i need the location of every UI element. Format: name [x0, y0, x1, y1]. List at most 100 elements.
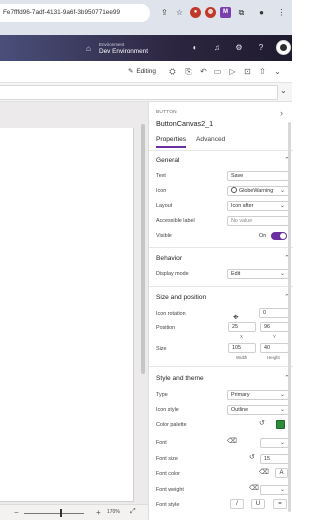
color-palette-swatch[interactable]: [276, 420, 285, 429]
bookmark-star-icon[interactable]: ☆: [174, 7, 185, 18]
icon-style-dropdown-value: Outline: [231, 407, 249, 413]
icon-style-dropdown[interactable]: Outline ⌄: [227, 405, 289, 415]
display-mode-dropdown[interactable]: Edit ⌄: [227, 269, 289, 279]
extension-opera-icon[interactable]: ◍: [205, 7, 216, 18]
settings-gear-icon[interactable]: ⚙: [234, 43, 244, 53]
font-color-button[interactable]: A: [275, 468, 288, 478]
extension-nf-icon[interactable]: M: [220, 7, 231, 18]
chevron-down-icon: ⌄: [279, 487, 285, 493]
accessible-label-input[interactable]: No value: [227, 216, 289, 226]
font-color-reset-icon[interactable]: ⌫: [259, 468, 269, 476]
comments-icon[interactable]: ▭: [212, 66, 223, 77]
reset-icon[interactable]: ↺: [259, 419, 265, 427]
font-reset-icon[interactable]: ⌫: [227, 437, 237, 445]
color-palette-label: Color palette: [156, 422, 187, 428]
publish-dropdown-icon[interactable]: ⌄: [272, 66, 283, 77]
position-x-input[interactable]: 25: [228, 322, 256, 332]
font-weight-dropdown[interactable]: ⌄: [260, 485, 289, 495]
display-mode-label: Display mode: [156, 271, 189, 277]
zoom-slider-track[interactable]: [24, 513, 84, 514]
share-people-icon[interactable]: ⛭: [167, 66, 178, 77]
editing-label: Editing: [136, 68, 156, 75]
zoom-in-icon[interactable]: +: [96, 508, 101, 517]
section-behavior-title[interactable]: Behavior: [156, 255, 182, 262]
share-icon[interactable]: ⇪: [159, 7, 170, 18]
extension-record-icon[interactable]: ●: [190, 7, 201, 18]
expand-formula-chevron-icon[interactable]: ⌄: [280, 86, 287, 95]
tab-advanced[interactable]: Advanced: [196, 136, 225, 143]
command-bar: ✎ Editing ⛭ ⎘ ↶ ▭ ▷ ⊡ ⇧ ⌄: [0, 61, 292, 83]
font-weight-reset-icon[interactable]: ⌫: [249, 484, 259, 492]
font-dropdown[interactable]: ⌄: [260, 438, 289, 448]
section-size-position-title[interactable]: Size and position: [156, 294, 206, 301]
browser-menu-icon[interactable]: ⋮: [276, 7, 287, 18]
chevron-down-icon: ⌄: [279, 271, 285, 277]
environment-label: Environment: [99, 42, 125, 47]
font-size-reset-icon[interactable]: ↺: [249, 453, 255, 461]
height-caption: Height: [267, 355, 280, 360]
font-weight-label: Font weight: [156, 487, 184, 493]
visible-label: Visible: [156, 233, 172, 239]
layout-dropdown-value: Icon after: [231, 203, 254, 209]
section-style-theme-title[interactable]: Style and theme: [156, 375, 204, 382]
layout-dropdown[interactable]: Icon after ⌄: [227, 201, 289, 211]
display-mode-value: Edit: [231, 271, 241, 277]
formula-input[interactable]: [0, 85, 278, 100]
tabs-divider: [149, 150, 293, 151]
save-icon[interactable]: ⊡: [242, 66, 253, 77]
zoom-level: 170%: [107, 509, 120, 515]
publish-icon[interactable]: ⇧: [257, 66, 268, 77]
copilot-icon[interactable]: ◐: [190, 43, 200, 53]
chevron-down-icon: ⌄: [279, 392, 285, 398]
globe-warning-icon: [231, 187, 237, 193]
zoom-out-icon[interactable]: −: [14, 508, 19, 517]
chevron-down-icon: ⌄: [279, 203, 285, 209]
icon-dropdown[interactable]: GlobeWarning ⌄: [227, 186, 289, 196]
behavior-divider: [149, 286, 293, 287]
y-caption: Y: [273, 334, 276, 339]
font-size-label: Font size: [156, 456, 178, 462]
notifications-icon[interactable]: ♫: [212, 43, 222, 53]
help-icon[interactable]: ?: [256, 43, 266, 53]
tab-properties[interactable]: Properties: [156, 136, 187, 148]
undo-icon[interactable]: ↶: [198, 66, 209, 77]
width-input[interactable]: 105: [228, 343, 256, 353]
x-caption: X: [240, 334, 243, 339]
type-dropdown[interactable]: Primary ⌄: [227, 390, 289, 400]
italic-button[interactable]: /: [230, 499, 244, 509]
icon-label: Icon: [156, 188, 167, 194]
zoom-slider-thumb[interactable]: [60, 509, 62, 517]
size-label: Size: [156, 346, 167, 352]
checker-icon[interactable]: ⎘: [183, 66, 194, 77]
canvas-vertical-scrollbar[interactable]: [141, 124, 145, 374]
underline-button[interactable]: U: [251, 499, 265, 509]
chevron-down-icon: ⌄: [279, 440, 285, 446]
visible-toggle[interactable]: [271, 232, 287, 240]
play-preview-icon[interactable]: ▷: [227, 66, 238, 77]
pane-chevron-right-icon[interactable]: ›: [280, 108, 283, 118]
layout-label: Layout: [156, 203, 173, 209]
visible-state: On: [259, 233, 267, 239]
user-avatar[interactable]: [276, 40, 291, 55]
section-general-title[interactable]: General: [156, 157, 179, 164]
general-divider: [149, 247, 293, 248]
environment-name[interactable]: Dev Environment: [99, 48, 148, 55]
pane-scrollbar[interactable]: [288, 122, 291, 512]
canvas-screen[interactable]: [0, 128, 134, 502]
position-y-input[interactable]: 96: [260, 322, 289, 332]
icon-rotation-input[interactable]: 0: [259, 308, 289, 318]
strikethrough-button[interactable]: =: [273, 499, 287, 509]
size-position-divider: [149, 366, 293, 367]
pencil-icon: ✎: [128, 68, 134, 75]
extensions-puzzle-icon[interactable]: ⧉: [236, 7, 247, 18]
icon-dropdown-value: GlobeWarning: [239, 188, 274, 194]
height-input[interactable]: 40: [260, 343, 289, 353]
font-size-input[interactable]: 15: [260, 454, 289, 464]
text-input[interactable]: Save: [227, 171, 289, 181]
browser-chrome: Fe7fffd96-7adf-4131-9a6f-3b950771ee99 ⇪ …: [0, 0, 292, 35]
address-bar[interactable]: Fe7fffd96-7adf-4131-9a6f-3b950771ee99: [0, 4, 150, 22]
control-name[interactable]: ButtonCanvas2_1: [156, 119, 213, 128]
editing-status[interactable]: ✎ Editing: [128, 67, 156, 75]
profile-icon[interactable]: ●: [256, 7, 267, 18]
fit-to-window-icon[interactable]: ⤢: [130, 508, 136, 516]
